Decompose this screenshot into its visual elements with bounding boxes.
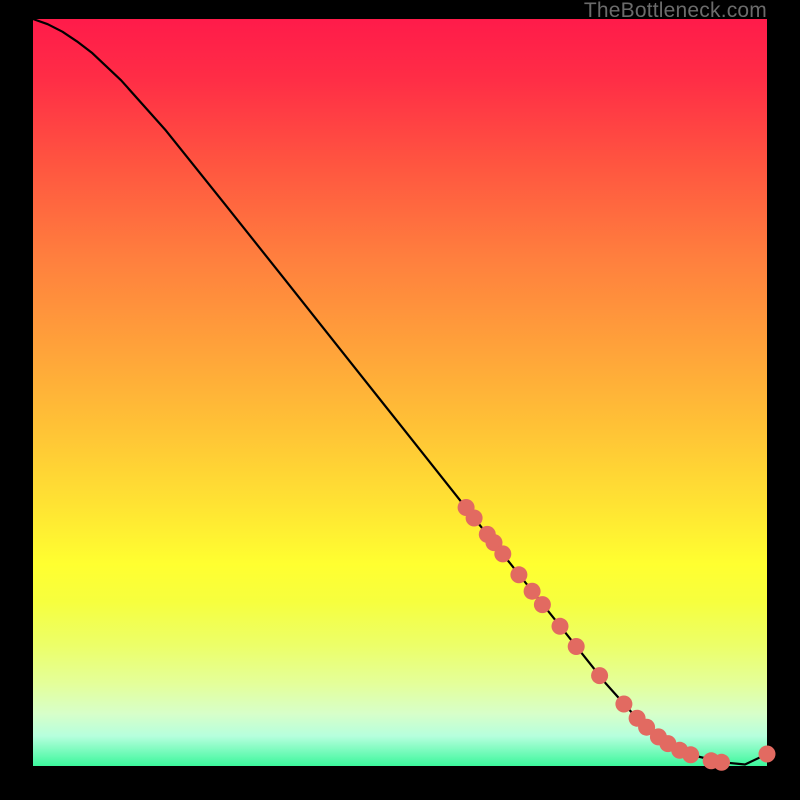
dot [552,618,569,635]
bottleneck-curve [33,19,767,765]
dot [615,696,632,713]
dot [713,754,730,771]
highlight-dots [458,499,776,771]
dot [759,746,776,763]
dot [494,545,511,562]
dot [510,566,527,583]
dot [591,667,608,684]
dot [466,510,483,527]
chart-stage: TheBottleneck.com [0,0,800,800]
plot-svg [33,19,767,766]
dot [534,596,551,613]
dot [682,746,699,763]
dot [568,638,585,655]
watermark-text: TheBottleneck.com [584,0,767,21]
dot [524,583,541,600]
